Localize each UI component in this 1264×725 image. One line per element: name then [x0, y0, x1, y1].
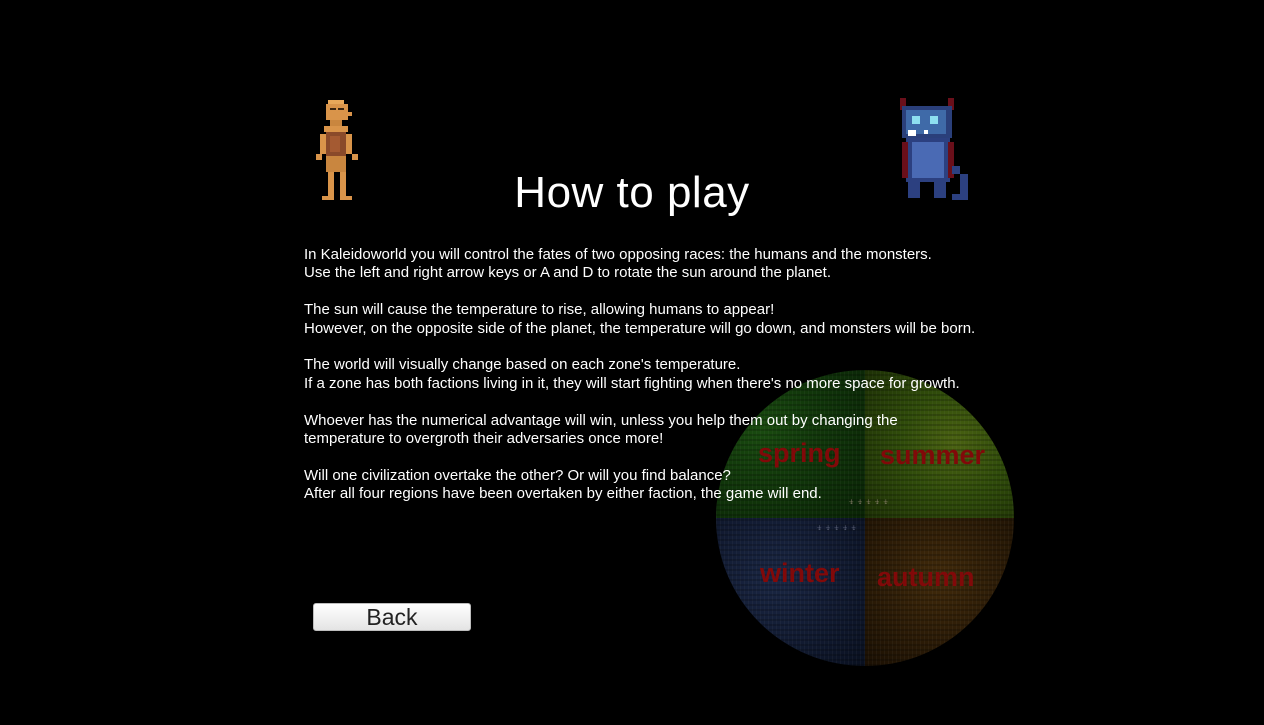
instruction-line: The world will visually change based on …: [304, 356, 741, 374]
instruction-line: Use the left and right arrow keys or A a…: [304, 264, 831, 282]
monster-population-icon: ⍖⍖⍖⍖⍖: [816, 522, 859, 534]
instruction-line: After all four regions have been overtak…: [304, 485, 822, 503]
instruction-line: However, on the opposite side of the pla…: [304, 319, 976, 337]
instruction-line: Will one civilization overtake the other…: [304, 466, 731, 484]
instruction-line: If a zone has both factions living in it…: [304, 374, 960, 392]
season-label-autumn: autumn: [877, 562, 975, 592]
instruction-line: The sun will cause the temperature to ri…: [304, 301, 775, 319]
instruction-line: Whoever has the numerical advantage will…: [304, 411, 898, 448]
instruction-line: In Kaleidoworld you will control the fat…: [304, 246, 932, 263]
back-button[interactable]: Back: [313, 603, 471, 631]
instructions-text: In Kaleidoworld you will control the fat…: [304, 246, 976, 504]
season-label-winter: winter: [760, 558, 840, 588]
page-title: How to play: [514, 168, 750, 217]
